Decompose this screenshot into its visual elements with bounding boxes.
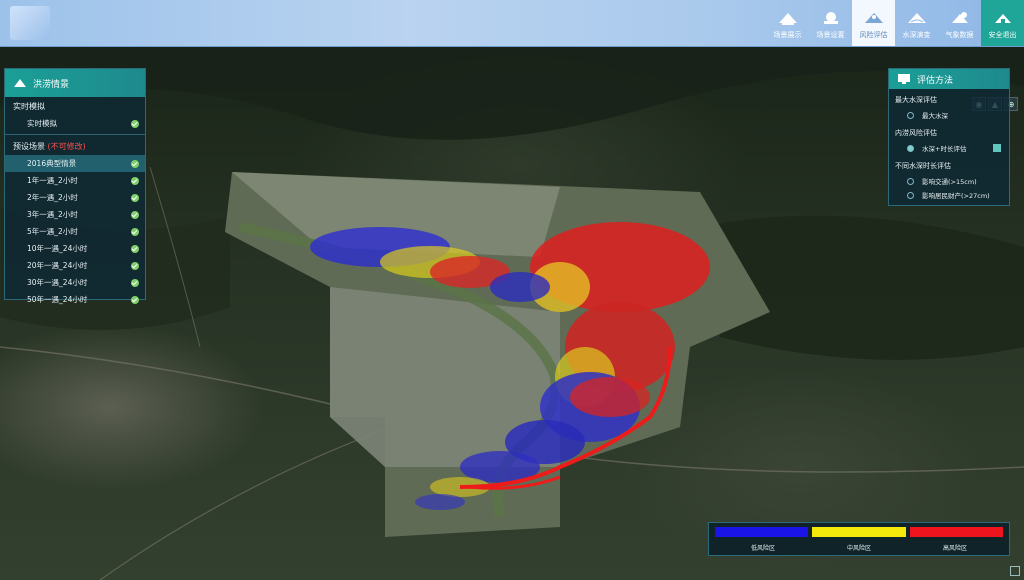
panel-title: 洪涝情景 <box>33 79 70 90</box>
app-logo <box>10 6 50 40</box>
panel-header: 洪涝情景 <box>5 69 145 97</box>
water-depth-icon <box>907 13 926 23</box>
legend-label-low: 低风险区 <box>750 545 775 552</box>
scenario-label: 实时模拟 <box>27 119 57 128</box>
monitor-icon <box>898 74 910 84</box>
mountain-icon <box>778 13 797 25</box>
scenario-item[interactable]: 20年一遇_24小时 <box>5 257 145 274</box>
scenario-panel: 洪涝情景 实时模拟 实时模拟 预设场景 (不可修改) 2016典型情景 1年一遇… <box>4 68 146 304</box>
nav-label: 风险评估 <box>859 31 888 39</box>
check-icon <box>131 159 139 168</box>
radio-icon <box>907 144 914 152</box>
section-max-depth: 最大水深评估 <box>895 96 937 104</box>
section-depth-duration: 不同水深时长评估 <box>895 162 951 170</box>
top-bar: 场景展示 场景设置 风险评估 水深演变 气象数据 安全退出 <box>0 0 1024 47</box>
nav-label: 安全退出 <box>988 31 1017 39</box>
panel-header: 评估方法 <box>889 69 1009 89</box>
legend-bar-low <box>715 527 809 537</box>
check-icon <box>131 210 139 219</box>
option-depth-duration[interactable]: 水深+时长评估 <box>889 141 1009 155</box>
risk-legend: 低风险区 中风险区 高风险区 <box>708 522 1010 556</box>
legend-label-mid: 中风险区 <box>846 545 871 552</box>
legend-bar-mid <box>812 527 906 537</box>
section-preset: 预设场景 (不可修改) <box>13 142 86 151</box>
check-icon <box>131 278 139 287</box>
nav-scene-display[interactable]: 场景展示 <box>766 0 809 46</box>
map-3d-view[interactable]: ◉ ▲ ⊕ <box>0 47 1024 580</box>
fullscreen-icon[interactable] <box>1010 566 1020 576</box>
scenario-item-realtime[interactable]: 实时模拟 <box>5 115 145 132</box>
scenario-item[interactable]: 50年一遇_24小时 <box>5 291 145 308</box>
legend-labels: 低风险区 中风险区 高风险区 <box>715 543 1003 552</box>
exit-icon <box>994 14 1011 24</box>
option-max-depth[interactable]: 最大水深 <box>889 108 1009 122</box>
nav-label: 场景设置 <box>816 31 845 39</box>
check-icon <box>131 227 139 236</box>
nav-label: 气象数据 <box>945 31 974 39</box>
option-property[interactable]: 影响居民财产(>27cm) <box>889 188 1009 202</box>
legend-bar-high <box>909 527 1003 537</box>
checkbox-icon[interactable] <box>993 144 1001 152</box>
nav-label: 水深演变 <box>902 31 931 39</box>
check-icon <box>131 261 139 270</box>
scenario-item[interactable]: 2年一遇_2小时 <box>5 189 145 206</box>
nav-weather-data[interactable]: 气象数据 <box>938 0 981 46</box>
section-realtime: 实时模拟 <box>13 102 45 111</box>
scenario-item[interactable]: 30年一遇_24小时 <box>5 274 145 291</box>
weather-icon <box>951 12 968 23</box>
check-icon <box>131 176 139 185</box>
legend-bars <box>715 527 1003 537</box>
section-waterlogging: 内涝风险评估 <box>895 129 937 137</box>
nav-risk-assessment[interactable]: 风险评估 <box>852 0 895 46</box>
check-icon <box>131 193 139 202</box>
assessment-panel: 评估方法 最大水深评估 最大水深 内涝风险评估 水深+时长评估 不同水深时长评估… <box>888 68 1010 206</box>
nav-safe-exit[interactable]: 安全退出 <box>981 0 1024 46</box>
check-icon <box>131 119 139 128</box>
terrain-visualization <box>0 47 1024 580</box>
risk-map-icon <box>864 13 883 23</box>
radio-icon <box>907 177 914 185</box>
nav-scene-settings[interactable]: 场景设置 <box>809 0 852 46</box>
scenario-item[interactable]: 1年一遇_2小时 <box>5 172 145 189</box>
scenario-item[interactable]: 10年一遇_24小时 <box>5 240 145 257</box>
check-icon <box>131 244 139 253</box>
divider <box>5 134 145 135</box>
radio-icon <box>907 111 914 119</box>
check-icon <box>131 295 139 304</box>
legend-label-high: 高风险区 <box>942 545 967 552</box>
panel-title: 评估方法 <box>917 75 954 86</box>
radio-icon <box>907 191 914 199</box>
scenario-item[interactable]: 3年一遇_2小时 <box>5 206 145 223</box>
nav-water-depth[interactable]: 水深演变 <box>895 0 938 46</box>
flood-icon <box>14 79 26 87</box>
option-traffic[interactable]: 影响交通(>15cm) <box>889 174 1009 188</box>
nav-label: 场景展示 <box>773 31 802 39</box>
settings-cloud-icon <box>823 12 838 24</box>
scenario-item[interactable]: 2016典型情景 <box>5 155 145 172</box>
main-nav: 场景展示 场景设置 风险评估 水深演变 气象数据 安全退出 <box>766 0 1024 46</box>
readonly-warning: (不可修改) <box>47 142 86 151</box>
scenario-item[interactable]: 5年一遇_2小时 <box>5 223 145 240</box>
